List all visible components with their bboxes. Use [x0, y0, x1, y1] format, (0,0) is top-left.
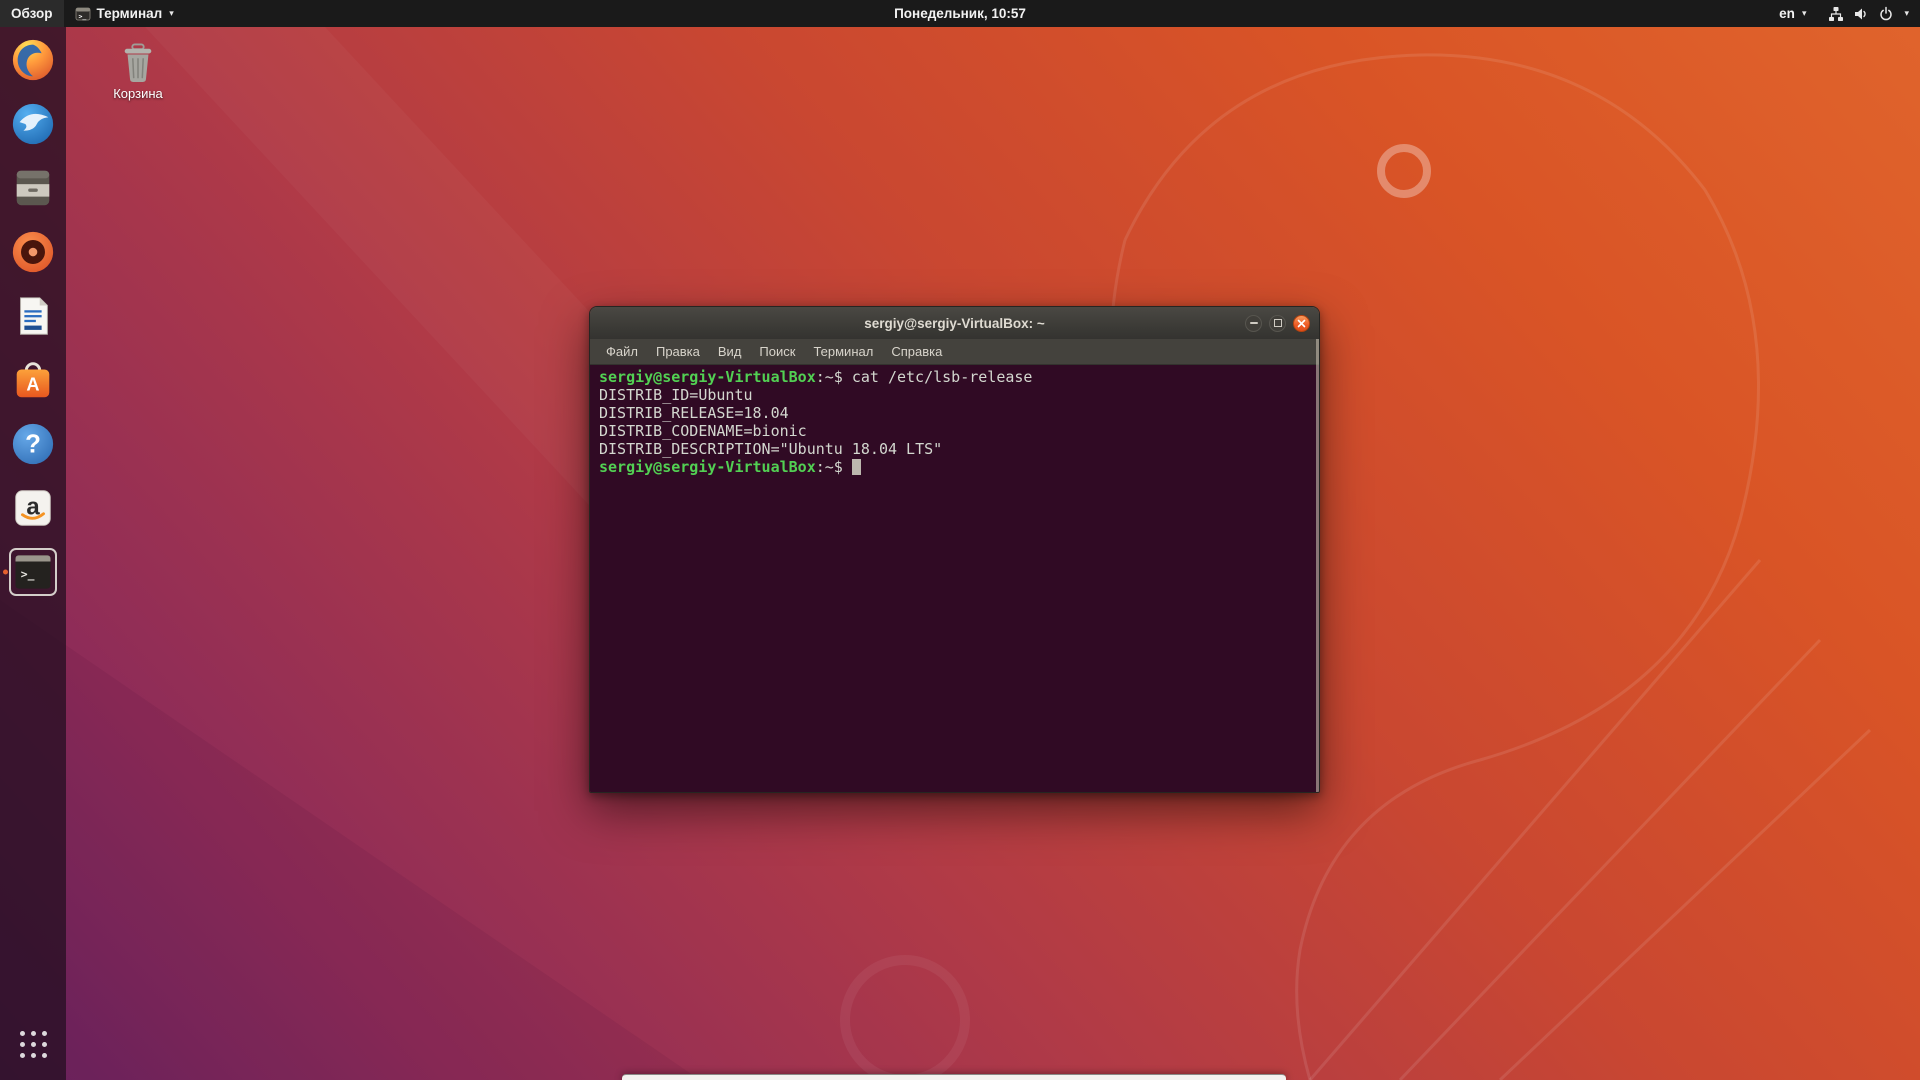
output-line: DISTRIB_CODENAME=bionic [599, 422, 1309, 440]
amazon-icon: a [10, 485, 56, 531]
terminal-icon: >_ [75, 6, 91, 22]
app-menu-button[interactable]: >_ Терминал ▾ [64, 0, 185, 27]
window-title: sergiy@sergiy-VirtualBox: ~ [590, 316, 1319, 331]
ubuntu-software-icon: A [10, 357, 56, 403]
show-apps-icon [20, 1031, 47, 1058]
system-menu-button[interactable]: ▾ [1817, 0, 1920, 27]
top-bar: Обзор >_ Терминал ▾ Понедельник, 10:57 e… [0, 0, 1920, 27]
window-controls [1245, 315, 1319, 332]
terminal-app-icon: >_ [12, 551, 54, 593]
close-icon [1297, 319, 1306, 328]
app-menu-label: Терминал [97, 6, 163, 21]
peeking-window-edge[interactable] [622, 1074, 1286, 1080]
terminal-cursor [852, 459, 861, 475]
dock-item-thunderbird[interactable] [9, 100, 57, 148]
files-icon [10, 165, 56, 211]
help-icon: ? [10, 421, 56, 467]
clock-label: Понедельник, 10:57 [894, 6, 1026, 21]
output-line: DISTRIB_ID=Ubuntu [599, 386, 1309, 404]
prompt-user-host: sergiy@sergiy-VirtualBox [599, 458, 816, 476]
activities-label: Обзор [11, 6, 53, 21]
volume-icon [1853, 6, 1869, 22]
menu-terminal[interactable]: Терминал [805, 341, 881, 362]
dock-item-files[interactable] [9, 164, 57, 212]
dock-item-terminal[interactable]: >_ [9, 548, 57, 596]
svg-text:?: ? [25, 431, 41, 459]
terminal-scrollbar[interactable] [1316, 339, 1319, 792]
chevron-down-icon: ▾ [169, 8, 174, 19]
terminal-window: sergiy@sergiy-VirtualBox: ~ Файл Правка … [589, 306, 1320, 793]
maximize-button[interactable] [1269, 315, 1286, 332]
command-text: cat /etc/lsb-release [852, 368, 1033, 386]
network-icon [1828, 6, 1844, 22]
menu-view[interactable]: Вид [710, 341, 750, 362]
desktop-icon-trash[interactable]: Корзина [96, 42, 180, 101]
trash-icon [119, 42, 157, 84]
minimize-icon [1250, 322, 1258, 324]
firefox-icon [10, 37, 56, 83]
input-source-label: en [1779, 6, 1795, 21]
output-line: DISTRIB_RELEASE=18.04 [599, 404, 1309, 422]
menu-file[interactable]: Файл [598, 341, 646, 362]
dock-item-firefox[interactable] [9, 36, 57, 84]
svg-text:>_: >_ [21, 567, 35, 581]
minimize-button[interactable] [1245, 315, 1262, 332]
clock-button[interactable]: Понедельник, 10:57 [882, 0, 1038, 27]
show-apps-button[interactable] [9, 1020, 57, 1068]
thunderbird-icon [10, 101, 56, 147]
activities-button[interactable]: Обзор [0, 0, 64, 27]
dock-item-rhythmbox[interactable] [9, 228, 57, 276]
menu-help[interactable]: Справка [883, 341, 950, 362]
trash-label: Корзина [113, 86, 163, 101]
svg-text:A: A [26, 375, 39, 395]
terminal-command-line: sergiy@sergiy-VirtualBox:~$ cat /etc/lsb-… [599, 368, 1309, 386]
prompt-suffix: :~$ [816, 368, 843, 386]
svg-text:>_: >_ [78, 12, 86, 20]
dock-item-amazon[interactable]: a [9, 484, 57, 532]
rhythmbox-icon [10, 229, 56, 275]
power-icon [1878, 6, 1894, 22]
input-source-button[interactable]: en ▾ [1768, 0, 1817, 27]
dock-item-libreoffice-writer[interactable] [9, 292, 57, 340]
terminal-screen[interactable]: sergiy@sergiy-VirtualBox:~$cat /etc/lsb-… [590, 365, 1319, 792]
maximize-icon [1274, 319, 1282, 327]
menu-edit[interactable]: Правка [648, 341, 708, 362]
chevron-down-icon: ▾ [1904, 8, 1909, 19]
libreoffice-writer-icon [10, 293, 56, 339]
menu-search[interactable]: Поиск [751, 341, 803, 362]
terminal-titlebar[interactable]: sergiy@sergiy-VirtualBox: ~ [590, 307, 1319, 339]
prompt-suffix: :~$ [816, 458, 843, 476]
terminal-prompt-line: sergiy@sergiy-VirtualBox:~$ [599, 458, 1309, 476]
chevron-down-icon: ▾ [1802, 8, 1807, 19]
dock: A ? a >_ [0, 27, 66, 1080]
dock-item-ubuntu-software[interactable]: A [9, 356, 57, 404]
close-button[interactable] [1293, 315, 1310, 332]
prompt-user-host: sergiy@sergiy-VirtualBox [599, 368, 816, 386]
running-indicator [3, 570, 8, 575]
dock-item-help[interactable]: ? [9, 420, 57, 468]
terminal-menubar: Файл Правка Вид Поиск Терминал Справка [590, 339, 1319, 365]
output-line: DISTRIB_DESCRIPTION="Ubuntu 18.04 LTS" [599, 440, 1309, 458]
